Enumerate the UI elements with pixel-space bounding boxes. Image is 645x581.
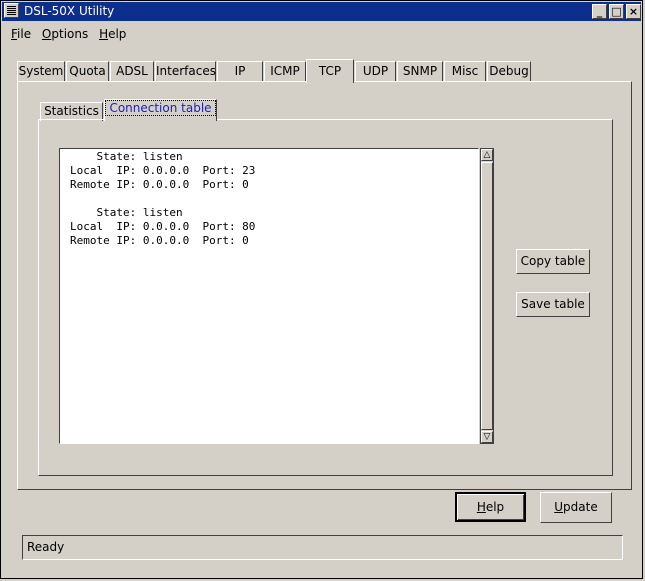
- close-icon: ×: [628, 5, 639, 18]
- connection-table-line: Remote IP: 0.0.0.0 Port: 0: [70, 178, 249, 191]
- tab-quota[interactable]: Quota: [66, 61, 109, 82]
- close-button[interactable]: ×: [626, 4, 641, 19]
- window-menu-icon[interactable]: [4, 3, 19, 18]
- scroll-down-icon[interactable]: ▽: [481, 431, 493, 443]
- update-button[interactable]: Update: [540, 492, 612, 523]
- menu-file[interactable]: File: [11, 27, 31, 41]
- tcp-tab-panel: Statistics Connection table State: liste…: [17, 81, 632, 490]
- tab-udp[interactable]: UDP: [355, 61, 396, 82]
- subtab-connection-table[interactable]: Connection table: [104, 99, 217, 121]
- title-bar[interactable]: DSL-50X Utility _ □ ×: [2, 2, 641, 21]
- connection-table-line: [70, 192, 478, 206]
- menu-options[interactable]: Options: [42, 27, 88, 41]
- connection-table-line: Local IP: 0.0.0.0 Port: 80: [70, 220, 256, 233]
- vertical-scrollbar[interactable]: △ ▽: [480, 148, 494, 444]
- connection-table-line: State: listen: [70, 206, 183, 219]
- status-bar: Ready: [22, 535, 623, 560]
- connection-table-line: State: listen: [70, 150, 183, 163]
- tab-icmp[interactable]: ICMP: [264, 61, 306, 82]
- save-table-button[interactable]: Save table: [516, 292, 590, 317]
- tab-system[interactable]: System: [17, 61, 65, 82]
- minimize-icon: _: [596, 5, 603, 18]
- maximize-button[interactable]: □: [609, 4, 624, 19]
- connection-table-line: Local IP: 0.0.0.0 Port: 23: [70, 164, 256, 177]
- tab-misc[interactable]: Misc: [444, 61, 486, 82]
- help-button[interactable]: Help: [455, 492, 526, 522]
- subtab-connection-table-label: Connection table: [105, 100, 216, 116]
- minimize-button[interactable]: _: [592, 4, 607, 19]
- menu-help[interactable]: Help: [99, 27, 126, 41]
- app-window: DSL-50X Utility _ □ × File Options Help …: [0, 0, 643, 579]
- tab-snmp[interactable]: SNMP: [397, 61, 443, 82]
- window-title: DSL-50X Utility: [24, 4, 115, 18]
- tab-tcp[interactable]: TCP: [306, 59, 354, 83]
- connection-table-line: Remote IP: 0.0.0.0 Port: 0: [70, 234, 249, 247]
- tab-interfaces[interactable]: Interfaces: [155, 61, 216, 82]
- scroll-up-icon[interactable]: △: [481, 149, 493, 161]
- connection-table-panel: State: listen Local IP: 0.0.0.0 Port: 23 R…: [38, 119, 613, 476]
- tab-adsl[interactable]: ADSL: [110, 61, 154, 82]
- menu-bar: File Options Help: [11, 27, 133, 43]
- scroll-thumb[interactable]: [481, 162, 493, 430]
- connection-table-text[interactable]: State: listen Local IP: 0.0.0.0 Port: 23 R…: [59, 148, 479, 444]
- tab-debug[interactable]: Debug: [487, 61, 531, 82]
- maximize-icon: □: [611, 5, 622, 18]
- tab-ip[interactable]: IP: [217, 61, 263, 82]
- copy-table-button[interactable]: Copy table: [516, 249, 590, 274]
